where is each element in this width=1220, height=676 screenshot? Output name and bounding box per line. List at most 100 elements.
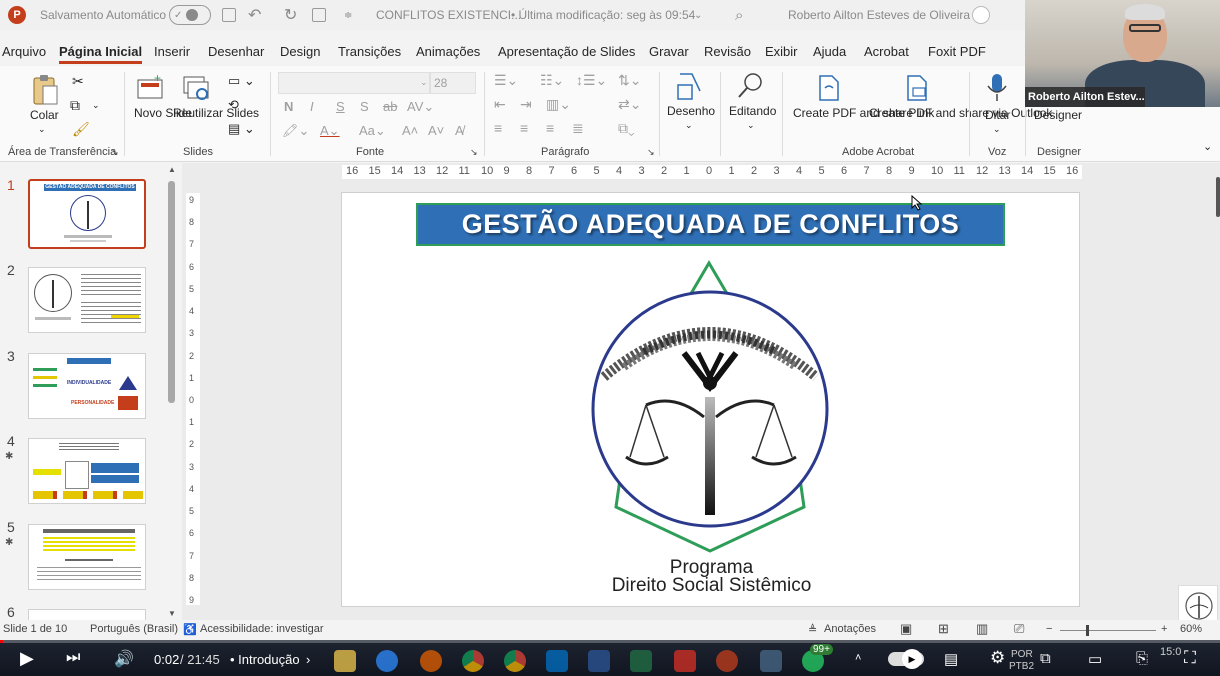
align-center-icon[interactable]: ≡	[520, 121, 528, 136]
chevron-up-icon[interactable]: ˄	[855, 652, 861, 664]
tab-ajuda[interactable]: Ajuda	[813, 44, 846, 59]
cast-icon[interactable]: ⎘	[1136, 650, 1148, 667]
accessibility-status[interactable]: Acessibilidade: investigar	[200, 623, 324, 635]
text-direction-icon[interactable]: ⇄⌄	[618, 97, 641, 112]
file-explorer-icon[interactable]	[334, 650, 356, 672]
format-painter-icon[interactable]: 🖌	[72, 122, 90, 137]
new-slide-icon[interactable]: +	[136, 74, 166, 102]
shapes-icon[interactable]	[674, 71, 704, 101]
play-icon[interactable]: ▶	[20, 648, 34, 669]
highlight-icon[interactable]: 🖍⌄	[282, 123, 309, 138]
copy-dropdown-icon[interactable]: ⌄	[92, 98, 100, 113]
app-window-icon[interactable]	[760, 650, 782, 672]
zoom-in-icon[interactable]: +	[1161, 623, 1167, 635]
theater-mode-icon[interactable]: ▭	[1088, 650, 1102, 668]
chevron-down-icon[interactable]: ⌄	[685, 118, 693, 133]
next-icon[interactable]: ⏭	[66, 649, 80, 667]
pdf-outlook-icon[interactable]	[904, 74, 930, 102]
customize-qat-icon[interactable]: ≑	[344, 0, 352, 30]
fullscreen-icon[interactable]: ⛶	[1184, 648, 1196, 668]
cut-icon[interactable]: ✂	[72, 74, 84, 89]
video-progress[interactable]	[0, 640, 1220, 643]
smartart-icon[interactable]: ⧉⌄	[618, 121, 635, 136]
chevron-down-icon[interactable]: ⌄	[694, 0, 702, 30]
reading-view-icon[interactable]: ▥	[976, 621, 988, 637]
editor-scrollbar[interactable]	[1216, 177, 1220, 217]
slide-thumbnail-4[interactable]	[28, 438, 146, 504]
align-left-icon[interactable]: ≡	[494, 121, 502, 136]
zoom-level[interactable]: 60%	[1180, 623, 1202, 635]
slide-thumbnail-1[interactable]: GESTÃO ADEQUADA DE CONFLITOS	[28, 179, 146, 249]
tab-transicoes[interactable]: Transições	[338, 44, 401, 59]
chevron-down-icon[interactable]: ⌄	[747, 118, 755, 133]
miniplayer-icon[interactable]: ⧉	[1040, 650, 1051, 667]
underline-icon[interactable]: S	[336, 99, 345, 114]
launcher-icon[interactable]: ↘	[111, 147, 119, 158]
dictate-button[interactable]: Ditar	[985, 108, 1010, 123]
document-title[interactable]: CONFLITOS EXISTENCI...	[376, 0, 521, 30]
reuse-slides-button[interactable]: Reutilizar Slides	[173, 106, 259, 121]
last-modified[interactable]: • Última modificação: seg às 09:54	[511, 0, 695, 30]
zoom-slider[interactable]	[1060, 625, 1156, 636]
chrome-icon[interactable]	[462, 650, 484, 672]
tab-desenhar[interactable]: Desenhar	[208, 44, 264, 59]
volume-icon[interactable]: 🔊	[114, 649, 134, 669]
program-name[interactable]: Direito Social Sistêmico	[342, 575, 1081, 597]
subtitles-icon[interactable]: ▤	[944, 650, 958, 668]
align-right-icon[interactable]: ≡	[546, 121, 554, 136]
bullets-icon[interactable]: ☰⌄	[494, 73, 518, 88]
account-name[interactable]: Roberto Ailton Esteves de Oliveira	[788, 0, 970, 30]
search-icon[interactable]: ⌕	[735, 0, 743, 30]
settings-gear-icon[interactable]: ⚙	[990, 648, 1005, 668]
copy-icon[interactable]: ⧉	[70, 98, 80, 113]
columns-icon[interactable]: ▥⌄	[546, 97, 571, 112]
outlook-icon[interactable]	[546, 650, 568, 672]
notes-button[interactable]: Anotações	[824, 623, 876, 635]
redo-icon[interactable]: ↻	[284, 0, 297, 30]
tab-apresentacao[interactable]: Apresentação de Slides	[498, 44, 635, 59]
present-icon[interactable]	[312, 8, 326, 22]
clear-format-icon[interactable]: A̸	[455, 123, 464, 138]
excel-icon[interactable]	[630, 650, 652, 672]
collapse-ribbon-icon[interactable]: ⌄	[1203, 140, 1212, 155]
slide-thumbnail-2[interactable]	[28, 267, 146, 333]
chapter-title[interactable]: • Introdução	[230, 652, 300, 667]
thumbnail-scrollbar[interactable]: ▲ ▼	[168, 165, 176, 618]
line-spacing-icon[interactable]: ↕☰⌄	[576, 73, 607, 88]
slide-sorter-icon[interactable]: ⊞	[938, 621, 949, 637]
tab-revisao[interactable]: Revisão	[704, 44, 751, 59]
tab-animacoes[interactable]: Animações	[416, 44, 480, 59]
language-status[interactable]: Português (Brasil)	[90, 623, 178, 635]
microphone-icon[interactable]	[985, 72, 1009, 104]
tab-pagina-inicial[interactable]: Página Inicial	[59, 44, 143, 64]
numbering-icon[interactable]: ☷⌄	[540, 73, 564, 88]
normal-view-icon[interactable]: ▣	[900, 621, 912, 637]
designer-button[interactable]: Designer	[1034, 108, 1082, 123]
reuse-slides-icon[interactable]	[182, 74, 212, 102]
grow-font-icon[interactable]: A˄	[402, 123, 418, 138]
accessibility-icon[interactable]: ♿	[183, 623, 197, 636]
slide-thumbnail-3[interactable]: INDIVIDUALIDADE PERSONALIDADE	[28, 353, 146, 419]
slide-thumbnail-6[interactable]	[28, 609, 146, 620]
tab-foxit-pdf[interactable]: Foxit PDF	[928, 44, 986, 59]
slideshow-icon[interactable]: ⎚	[1014, 621, 1024, 637]
reset-icon[interactable]: ⟲	[228, 97, 239, 112]
chevron-down-icon[interactable]: ⌄	[993, 122, 1001, 137]
font-family-select[interactable]	[278, 72, 430, 94]
autoplay-toggle[interactable]: ▶	[888, 649, 924, 669]
autosave-toggle[interactable]: ✓	[169, 5, 211, 25]
zoom-slider-thumb[interactable]	[1086, 625, 1089, 636]
paste-button[interactable]: Colar	[30, 108, 59, 123]
zoom-out-icon[interactable]: −	[1046, 623, 1052, 635]
section-icon[interactable]: ▤ ⌄	[228, 121, 255, 136]
launcher-icon[interactable]: ↘	[647, 147, 655, 158]
bold-icon[interactable]: N	[284, 99, 293, 114]
font-family-dropdown-icon[interactable]: ⌄	[420, 75, 428, 90]
scroll-up-icon[interactable]: ▲	[168, 165, 176, 174]
slide-canvas[interactable]: GESTÃO ADEQUADA DE CONFLITOS Programa Di…	[341, 192, 1080, 607]
paste-dropdown-icon[interactable]: ⌄	[38, 122, 46, 137]
undo-icon[interactable]: ↶	[248, 0, 261, 30]
scroll-down-icon[interactable]: ▼	[168, 609, 176, 618]
launcher-icon[interactable]: ↘	[470, 147, 478, 158]
tab-arquivo[interactable]: Arquivo	[2, 44, 46, 59]
